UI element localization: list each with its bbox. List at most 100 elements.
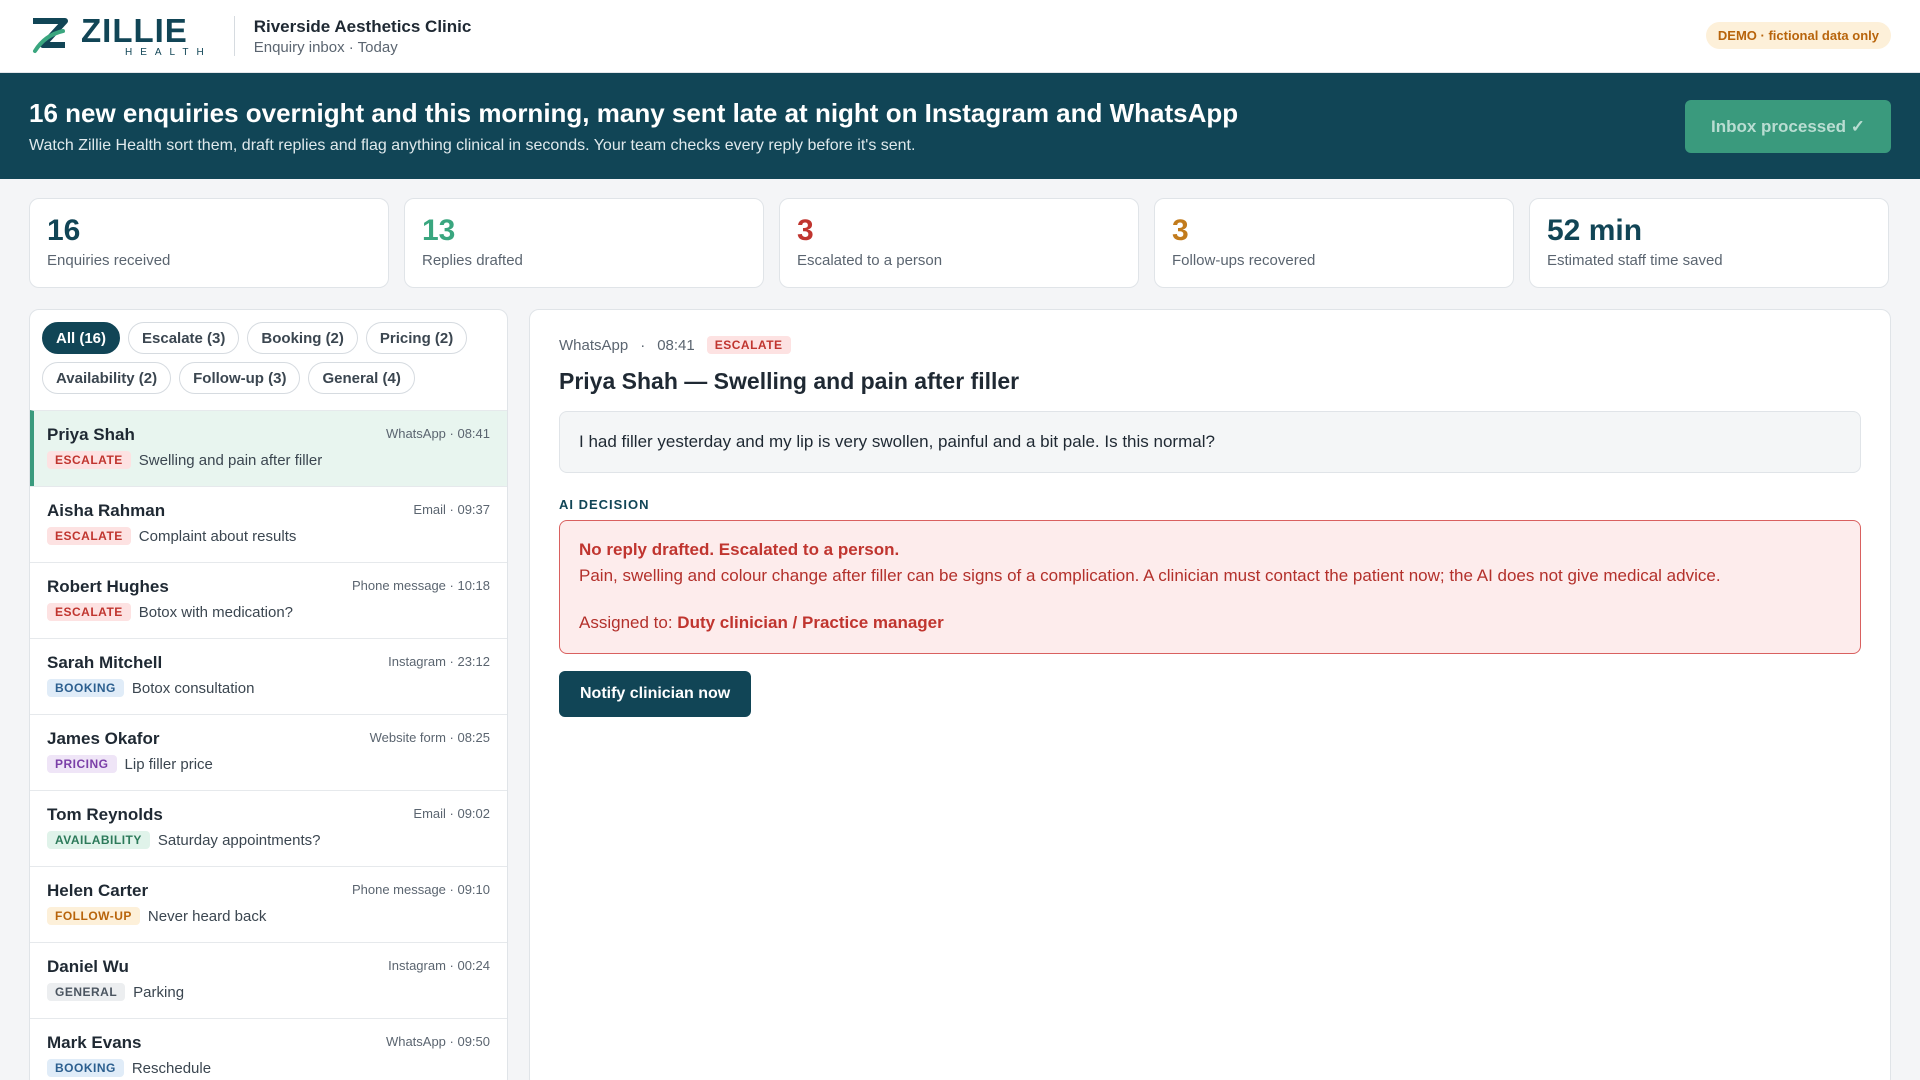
category-tag: FOLLOW-UP — [47, 907, 140, 925]
enquiry-summary: GENERAL Parking — [47, 983, 490, 1001]
enquiry-subject: Botox consultation — [131, 679, 255, 697]
enquiry-summary: ESCALATE Botox with medication? — [47, 603, 490, 621]
detail-time: 08:41 — [657, 336, 695, 354]
stat-card-replies: 13 Replies drafted — [404, 198, 764, 288]
top-bar: ZILLIE HEALTH Riverside Aesthetics Clini… — [0, 0, 1920, 73]
category-tag: AVAILABILITY — [47, 831, 150, 849]
enquiry-summary: ESCALATE Complaint about results — [47, 527, 490, 545]
assigned-value: Duty clinician / Practice manager — [677, 613, 944, 632]
enquiry-detail-panel: WhatsApp · 08:41 ESCALATE Priya Shah — S… — [529, 309, 1891, 1080]
detail-separator: · — [640, 336, 646, 354]
enquiry-channel-time: Website form · 08:25 — [369, 730, 490, 745]
filter-chip[interactable]: Booking (2) — [247, 322, 358, 354]
decision-body: Pain, swelling and colour change after f… — [579, 566, 1721, 585]
stat-label: Escalated to a person — [797, 252, 943, 269]
logo-word: ZILLIE — [81, 12, 188, 49]
header-divider — [233, 16, 235, 56]
ai-decision-label: AI DECISION — [559, 497, 650, 512]
filter-chip[interactable]: Pricing (2) — [365, 322, 468, 354]
enquiry-channel-time: WhatsApp · 08:41 — [385, 426, 490, 441]
enquiry-subject: Reschedule — [131, 1059, 212, 1077]
detail-channel: WhatsApp — [559, 336, 629, 354]
zillie-logo[interactable]: ZILLIE HEALTH — [29, 12, 212, 60]
category-tag: PRICING — [47, 755, 117, 773]
enquiry-subject: Saturday appointments? — [157, 831, 321, 849]
enquiry-summary: PRICING Lip filler price — [47, 755, 490, 773]
ai-decision-box: No reply drafted. Escalated to a person.… — [559, 520, 1861, 654]
enquiry-row[interactable]: James Okafor Website form · 08:25 PRICING L… — [30, 714, 507, 790]
stat-card-enquiries: 16 Enquiries received — [29, 198, 389, 288]
stat-value: 16 — [47, 214, 81, 247]
clinic-name: Riverside Aesthetics Clinic — [253, 16, 472, 36]
enquiry-channel-time: Phone message · 10:18 — [351, 578, 490, 593]
stat-label: Replies drafted — [422, 252, 523, 269]
stat-value: 52 min — [1547, 214, 1643, 247]
enquiry-row[interactable]: Aisha Rahman Email · 09:37 ESCALATE Complai… — [30, 486, 507, 562]
category-tag: BOOKING — [47, 1059, 124, 1077]
stat-label: Estimated staff time saved — [1547, 252, 1723, 269]
filter-chip[interactable]: Escalate (3) — [128, 322, 240, 354]
category-tag: ESCALATE — [47, 603, 131, 621]
inbox-processed-button[interactable]: Inbox processed ✓ — [1685, 100, 1891, 153]
stat-label: Enquiries received — [47, 252, 171, 269]
detail-title: Priya Shah — Swelling and pain after fil… — [559, 368, 1020, 394]
enquiry-row[interactable]: Daniel Wu Instagram · 00:24 GENERAL Parking — [30, 942, 507, 1018]
enquiry-subject: Parking — [133, 983, 185, 1001]
stat-card-escalated: 3 Escalated to a person — [779, 198, 1139, 288]
enquiry-row[interactable]: Sarah Mitchell Instagram · 23:12 BOOKING Bo… — [30, 638, 507, 714]
category-tag: ESCALATE — [47, 527, 131, 545]
enquiry-summary: AVAILABILITY Saturday appointments? — [47, 831, 490, 849]
filter-chip[interactable]: General (4) — [308, 362, 415, 394]
detail-meta: WhatsApp · 08:41 ESCALATE — [559, 336, 1861, 354]
enquiry-channel-time: Instagram · 23:12 — [388, 654, 490, 669]
patient-message: I had filler yesterday and my lip is ver… — [559, 411, 1861, 473]
enquiry-subject: Botox with medication? — [138, 603, 294, 621]
enquiry-list-panel: All (16) Escalate (3) Booking (2) Pricing (… — [29, 309, 508, 1080]
category-tag: GENERAL — [47, 983, 126, 1001]
enquiry-summary: BOOKING Reschedule — [47, 1059, 490, 1077]
enquiry-channel-time: Instagram · 00:24 — [388, 958, 490, 973]
enquiry-channel-time: Email · 09:37 — [413, 502, 490, 517]
enquiry-row[interactable]: Mark Evans WhatsApp · 09:50 BOOKING Resched… — [30, 1018, 507, 1080]
assigned-to: Assigned to: Duty clinician / Practice m… — [579, 613, 1841, 633]
filter-chips: All (16) Escalate (3) Booking (2) Pricing (… — [30, 310, 507, 398]
logo-sub: HEALTH — [125, 47, 212, 58]
banner-subtitle: Watch Zillie Health sort them, draft rep… — [29, 136, 916, 154]
enquiry-channel-time: Email · 09:02 — [413, 806, 490, 821]
zillie-z-icon — [33, 18, 68, 53]
assigned-label: Assigned to: — [579, 613, 673, 632]
hero-banner: 16 new enquiries overnight and this morn… — [0, 73, 1920, 179]
enquiry-summary: FOLLOW-UP Never heard back — [47, 907, 490, 925]
banner-title: 16 new enquiries overnight and this morn… — [29, 97, 1239, 128]
category-tag: ESCALATE — [47, 451, 131, 469]
enquiry-row[interactable]: Priya Shah WhatsApp · 08:41 ESCALATE Swelli… — [30, 410, 507, 486]
stat-card-followups: 3 Follow-ups recovered — [1154, 198, 1514, 288]
clinic-info: Riverside Aesthetics Clinic Enquiry inbo… — [254, 17, 472, 56]
stat-card-time-saved: 52 min Estimated staff time saved — [1529, 198, 1889, 288]
enquiry-row[interactable]: Robert Hughes Phone message · 10:18 ESCALA… — [30, 562, 507, 638]
demo-badge: DEMO · fictional data only — [1705, 22, 1891, 49]
notify-clinician-button[interactable]: Notify clinician now — [559, 671, 752, 717]
enquiry-subject: Lip filler price — [124, 755, 213, 773]
filter-chip[interactable]: Availability (2) — [42, 362, 172, 394]
detail-status-tag: ESCALATE — [706, 336, 791, 354]
filter-chip[interactable]: All (16) — [42, 322, 121, 354]
decision-heading: No reply drafted. Escalated to a person. — [579, 540, 900, 559]
enquiry-summary: ESCALATE Swelling and pain after filler — [47, 451, 490, 469]
enquiry-subject: Swelling and pain after filler — [138, 451, 323, 469]
enquiry-row[interactable]: Tom Reynolds Email · 09:02 AVAILABILITY Sat… — [30, 790, 507, 866]
stat-value: 13 — [422, 214, 456, 247]
stats-row: 16 Enquiries received 13 Replies drafted… — [0, 179, 1920, 288]
enquiry-row[interactable]: Helen Carter Phone message · 09:10 FOLLOW-… — [30, 866, 507, 942]
filter-chip[interactable]: Follow-up (3) — [179, 362, 301, 394]
category-tag: BOOKING — [47, 679, 124, 697]
enquiry-list: Priya Shah WhatsApp · 08:41 ESCALATE Swelli… — [30, 410, 507, 1080]
enquiry-subject: Complaint about results — [138, 527, 297, 545]
clinic-subtitle: Enquiry inbox · Today — [253, 38, 398, 56]
enquiry-summary: BOOKING Botox consultation — [47, 679, 490, 697]
enquiry-channel-time: WhatsApp · 09:50 — [385, 1034, 490, 1049]
stat-value: 3 — [797, 214, 814, 247]
enquiry-channel-time: Phone message · 09:10 — [351, 882, 490, 897]
stat-value: 3 — [1172, 214, 1189, 247]
stat-label: Follow-ups recovered — [1172, 252, 1316, 269]
